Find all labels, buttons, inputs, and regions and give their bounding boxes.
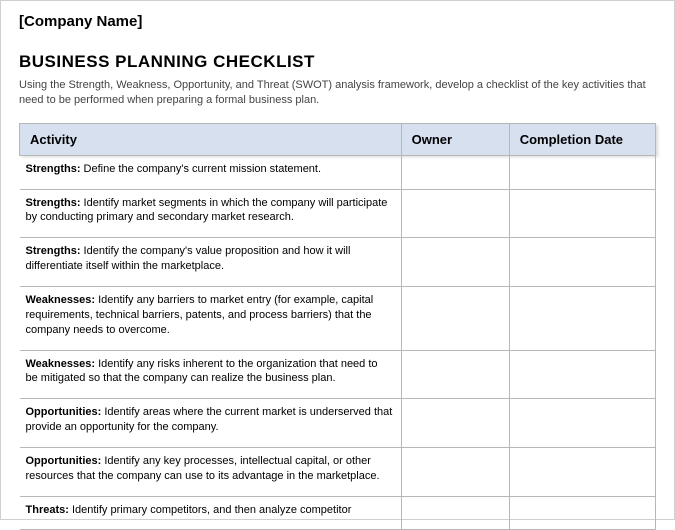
cell-activity: Opportunities: Identify any key processe… <box>20 447 402 496</box>
cell-owner <box>401 287 509 351</box>
table-row: Weaknesses: Identify any risks inherent … <box>20 350 656 399</box>
cell-owner <box>401 155 509 189</box>
activity-category: Strengths: <box>26 197 81 209</box>
table-row: Strengths: Identify the company's value … <box>20 238 656 287</box>
document-title: BUSINESS PLANNING CHECKLIST <box>19 52 656 72</box>
cell-completion <box>509 496 655 530</box>
activity-category: Opportunities: <box>26 455 102 467</box>
document-page: [Company Name] BUSINESS PLANNING CHECKLI… <box>1 1 674 530</box>
activity-category: Strengths: <box>26 245 81 257</box>
table-row: Threats: Identify primary competitors, a… <box>20 496 656 530</box>
activity-category: Weaknesses: <box>26 294 96 306</box>
cell-activity: Weaknesses: Identify any risks inherent … <box>20 350 402 399</box>
col-owner: Owner <box>401 123 509 155</box>
table-row: Strengths: Identify market segments in w… <box>20 189 656 238</box>
table-row: Strengths: Define the company's current … <box>20 155 656 189</box>
cell-completion <box>509 287 655 351</box>
cell-activity: Strengths: Define the company's current … <box>20 155 402 189</box>
table-row: Weaknesses: Identify any barriers to mar… <box>20 287 656 351</box>
cell-completion <box>509 189 655 238</box>
activity-text: Identify market segments in which the co… <box>26 197 388 224</box>
cell-owner <box>401 189 509 238</box>
checklist-table: Activity Owner Completion Date Strengths… <box>19 123 656 530</box>
cell-activity: Weaknesses: Identify any barriers to mar… <box>20 287 402 351</box>
activity-text: Define the company's current mission sta… <box>81 163 322 175</box>
intro-text: Using the Strength, Weakness, Opportunit… <box>19 78 656 109</box>
cell-owner <box>401 238 509 287</box>
table-row: Opportunities: Identify any key processe… <box>20 447 656 496</box>
table-header-row: Activity Owner Completion Date <box>20 123 656 155</box>
cell-activity: Threats: Identify primary competitors, a… <box>20 496 402 530</box>
activity-category: Strengths: <box>26 163 81 175</box>
activity-category: Weaknesses: <box>26 358 96 370</box>
activity-text: Identify primary competitors, and then a… <box>69 504 351 516</box>
table-body: Strengths: Define the company's current … <box>20 155 656 530</box>
cell-owner <box>401 399 509 448</box>
activity-category: Threats: <box>26 504 69 516</box>
col-activity: Activity <box>20 123 402 155</box>
table-row: Opportunities: Identify areas where the … <box>20 399 656 448</box>
cell-completion <box>509 238 655 287</box>
cell-owner <box>401 496 509 530</box>
activity-category: Opportunities: <box>26 406 102 418</box>
cell-owner <box>401 447 509 496</box>
cell-completion <box>509 399 655 448</box>
cell-activity: Strengths: Identify market segments in w… <box>20 189 402 238</box>
cell-activity: Strengths: Identify the company's value … <box>20 238 402 287</box>
cell-owner <box>401 350 509 399</box>
cell-activity: Opportunities: Identify areas where the … <box>20 399 402 448</box>
cell-completion <box>509 447 655 496</box>
col-completion: Completion Date <box>509 123 655 155</box>
company-name: [Company Name] <box>19 13 656 30</box>
cell-completion <box>509 155 655 189</box>
cell-completion <box>509 350 655 399</box>
